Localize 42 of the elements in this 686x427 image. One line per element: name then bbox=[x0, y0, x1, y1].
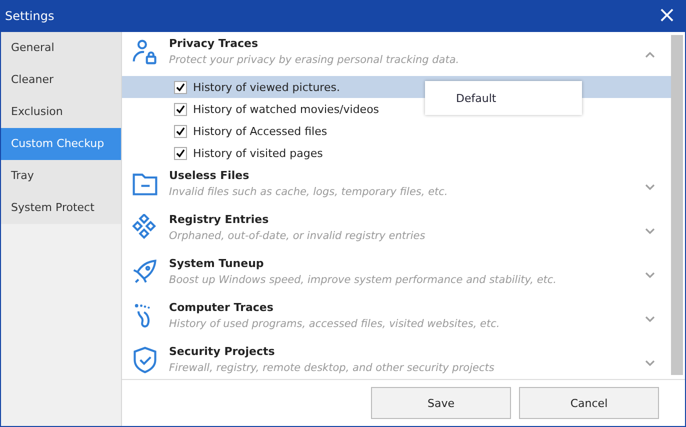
sidebar-item[interactable]: Exclusion bbox=[1, 96, 121, 128]
checkbox[interactable] bbox=[174, 102, 187, 116]
cancel-button[interactable]: Cancel bbox=[519, 387, 659, 419]
checkbox[interactable] bbox=[174, 80, 187, 94]
section-title: Useless Files bbox=[169, 169, 250, 182]
chevron-icon[interactable] bbox=[645, 316, 655, 322]
section-title: System Tuneup bbox=[169, 257, 265, 270]
save-button[interactable]: Save bbox=[371, 387, 511, 419]
scrollbar[interactable] bbox=[671, 35, 683, 375]
section-title: Computer Traces bbox=[169, 301, 274, 314]
section-title: Privacy Traces bbox=[169, 37, 260, 50]
shield-check-icon bbox=[131, 346, 159, 374]
checkbox[interactable] bbox=[174, 146, 187, 160]
list-row[interactable]: History of visited pages bbox=[122, 142, 671, 164]
sidebar-item[interactable]: System Protect bbox=[1, 192, 121, 224]
section-description: History of used programs, accessed files, visited websites, etc. bbox=[169, 318, 501, 330]
chevron-icon[interactable] bbox=[645, 184, 655, 190]
user-lock-icon bbox=[131, 38, 159, 66]
chevron-icon[interactable] bbox=[645, 360, 655, 366]
diamonds-icon bbox=[131, 214, 159, 242]
chevron-icon[interactable] bbox=[645, 52, 655, 58]
sidebar-item[interactable]: General bbox=[1, 32, 121, 64]
section-title: Registry Entries bbox=[169, 213, 270, 226]
sidebar-item[interactable]: Tray bbox=[1, 160, 121, 192]
item-label: History of watched movies/videos bbox=[193, 102, 380, 116]
item-label: History of visited pages bbox=[193, 146, 323, 160]
section-description: Boost up Windows speed, improve system performance and stability, etc. bbox=[169, 274, 558, 286]
close-button[interactable]: × bbox=[649, 0, 685, 32]
item-label: History of Accessed files bbox=[193, 124, 328, 138]
section-description: Orphaned, out-of-date, or invalid registry entries bbox=[169, 230, 426, 242]
rocket-icon bbox=[131, 258, 159, 286]
section-description: Protect your privacy by erasing personal tracking data. bbox=[169, 54, 460, 66]
section-description: Firewall, registry, remote desktop, and other security projects bbox=[169, 362, 496, 374]
chevron-icon[interactable] bbox=[645, 272, 655, 278]
item-label: History of viewed pictures. bbox=[193, 80, 340, 94]
chevron-icon[interactable] bbox=[645, 228, 655, 234]
section-title: Security Projects bbox=[169, 345, 276, 358]
window-title: Settings bbox=[4, 9, 54, 23]
sidebar-item[interactable]: Cleaner bbox=[1, 64, 121, 96]
checkbox[interactable] bbox=[174, 124, 187, 138]
list-row[interactable]: History of Accessed files bbox=[122, 120, 671, 142]
section-description: Invalid files such as cache, logs, temporary files, etc. bbox=[169, 186, 449, 198]
